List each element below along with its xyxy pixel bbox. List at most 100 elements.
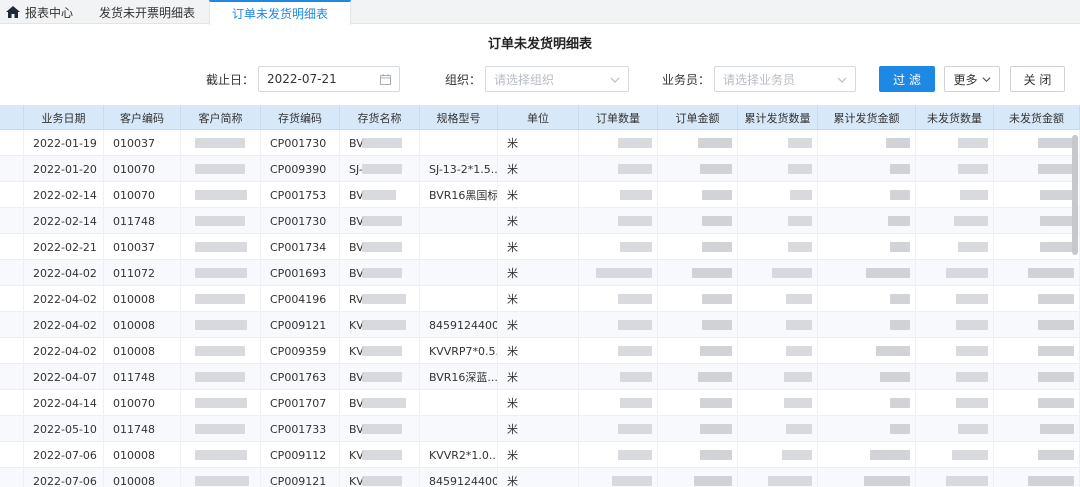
masked-value <box>1028 268 1074 278</box>
cell-order-qty <box>579 260 658 286</box>
row-select-cell <box>0 416 24 442</box>
masked-value <box>956 320 988 330</box>
cell-shipped-amount <box>818 234 916 260</box>
cell-inventory-code: CP001693 <box>261 260 340 286</box>
cell-unit: 米 <box>498 286 579 312</box>
masked-value <box>1038 346 1074 356</box>
cell-spec <box>420 130 498 156</box>
column-header[interactable]: 规格型号 <box>420 105 498 130</box>
cell-spec <box>420 260 498 286</box>
table-row[interactable]: 2022-04-14 010070 CP001707 BV 米 <box>0 390 1080 416</box>
column-header[interactable]: 存货名称 <box>340 105 420 130</box>
column-header[interactable]: 累计发货金额 <box>818 105 916 130</box>
column-header[interactable]: 订单数量 <box>579 105 658 130</box>
masked-value <box>1038 294 1074 304</box>
table-row[interactable]: 2022-01-20 010070 CP009390 SJ- SJ-13-2*1.5..… <box>0 156 1080 182</box>
cell-spec: 8459124400 <box>420 468 498 487</box>
table-row[interactable]: 2022-04-07 011748 CP001763 BV BVR16深蓝... 米 <box>0 364 1080 390</box>
column-header[interactable]: 未发货数量 <box>916 105 994 130</box>
cell-text: CP001707 <box>270 396 327 410</box>
table-row[interactable]: 2022-04-02 010008 CP009121 KV 8459124400 米 <box>0 312 1080 338</box>
cell-shipped-qty <box>738 234 818 260</box>
cell-text: 2022-04-07 <box>33 370 97 384</box>
masked-value <box>786 294 812 304</box>
table-row[interactable]: 2022-02-21 010037 CP001734 BV 米 <box>0 234 1080 260</box>
masked-value <box>952 450 988 460</box>
cell-spec: BVR16深蓝... <box>420 364 498 390</box>
cell-date: 2022-04-07 <box>24 364 104 390</box>
column-header[interactable]: 累计发货数量 <box>738 105 818 130</box>
masked-value <box>362 164 402 174</box>
column-header[interactable]: 业务日期 <box>24 105 104 130</box>
masked-value <box>195 190 247 200</box>
column-header[interactable]: 订单金额 <box>658 105 738 130</box>
tab-order-unshipped[interactable]: 订单未发货明细表 <box>209 0 352 25</box>
masked-value <box>890 424 910 434</box>
cell-unshipped-amount <box>994 234 1080 260</box>
table-row[interactable]: 2022-01-19 010037 CP001730 BV 米 <box>0 130 1080 156</box>
table-row[interactable]: 2022-04-02 010008 CP009359 KV KVVRP7*0.5... 米 <box>0 338 1080 364</box>
table-row[interactable]: 2022-02-14 011748 CP001730 BV 米 <box>0 208 1080 234</box>
cell-shipped-qty <box>738 286 818 312</box>
tab-label: 报表中心 <box>25 5 74 20</box>
vertical-scrollbar[interactable] <box>1072 135 1078 255</box>
masked-value <box>1038 320 1074 330</box>
masked-value <box>362 294 406 304</box>
salesman-select[interactable]: 请选择业务员 <box>714 66 857 92</box>
cell-spec <box>420 234 498 260</box>
row-select-cell <box>0 182 24 208</box>
tab-label: 发货未开票明细表 <box>99 5 196 20</box>
cell-unit: 米 <box>498 312 579 338</box>
cell-text: CP009359 <box>270 344 327 358</box>
more-label: 更多 <box>953 72 978 87</box>
table-row[interactable]: 2022-04-02 010008 CP004196 RV 米 <box>0 286 1080 312</box>
table-row[interactable]: 2022-04-02 011072 CP001693 BV 米 <box>0 260 1080 286</box>
calendar-icon[interactable] <box>380 74 392 85</box>
cell-unshipped-amount <box>994 156 1080 182</box>
cell-inventory-name: BV <box>340 416 420 442</box>
cell-unshipped-qty <box>916 338 994 364</box>
masked-value <box>956 346 988 356</box>
close-button[interactable]: 关 闭 <box>1010 66 1065 92</box>
cell-text: 2022-05-10 <box>33 422 97 436</box>
cell-text: CP001753 <box>270 188 327 202</box>
cell-inventory-code: CP001753 <box>261 182 340 208</box>
cell-order-qty <box>579 442 658 468</box>
masked-value <box>1040 424 1074 434</box>
table-row[interactable]: 2022-05-10 011748 CP001733 BV 米 <box>0 416 1080 442</box>
row-select-cell <box>0 234 24 260</box>
cell-inventory-code: CP009121 <box>261 468 340 487</box>
cell-shipped-qty <box>738 390 818 416</box>
row-select-cell <box>0 156 24 182</box>
table-row[interactable]: 2022-07-06 010008 CP009121 KV 8459124400 米 <box>0 468 1080 487</box>
column-header[interactable]: 单位 <box>498 105 579 130</box>
table-row[interactable]: 2022-07-06 010008 CP009112 KV KVVR2*1.0... 米 <box>0 442 1080 468</box>
cell-text: 2022-02-14 <box>33 214 97 228</box>
filter-button[interactable]: 过 滤 <box>879 66 935 92</box>
cell-unit: 米 <box>498 364 579 390</box>
column-header[interactable]: 存货编码 <box>261 105 340 130</box>
masked-value <box>620 242 652 252</box>
cell-unshipped-amount <box>994 364 1080 390</box>
cell-unshipped-amount <box>994 442 1080 468</box>
column-header[interactable]: 客户编码 <box>104 105 181 130</box>
cell-unshipped-qty <box>916 286 994 312</box>
cell-shipped-qty <box>738 156 818 182</box>
date-input[interactable]: 2022-07-21 <box>258 66 401 92</box>
column-header[interactable]: 未发货金额 <box>994 105 1080 130</box>
masked-value <box>362 138 402 148</box>
org-select[interactable]: 请选择组织 <box>485 66 630 92</box>
masked-value <box>772 268 812 278</box>
masked-value <box>618 164 652 174</box>
cell-order-amount <box>658 442 738 468</box>
tab-shipped-uninvoiced[interactable]: 发货未开票明细表 <box>87 0 209 24</box>
table-row[interactable]: 2022-02-14 010070 CP001753 BV BVR16黑国标米 <box>0 182 1080 208</box>
cell-shipped-amount <box>818 442 916 468</box>
org-filter: 组织： 请选择组织 <box>445 66 630 92</box>
more-button[interactable]: 更多 <box>944 66 1000 92</box>
column-header[interactable]: 客户简称 <box>181 105 261 130</box>
masked-value <box>362 346 402 356</box>
cell-order-amount <box>658 208 738 234</box>
tab-report-center[interactable]: 报表中心 <box>0 0 87 24</box>
cell-unshipped-qty <box>916 182 994 208</box>
